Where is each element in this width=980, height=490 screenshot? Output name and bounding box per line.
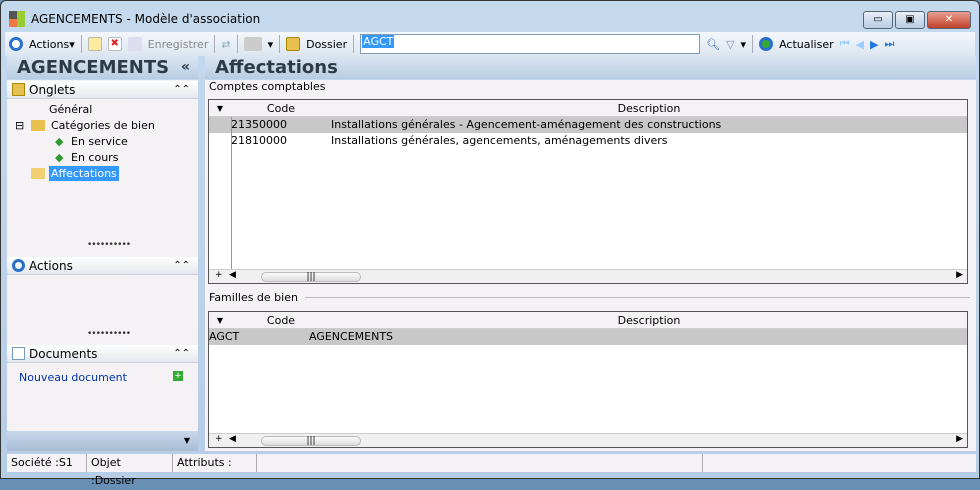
status-attributs: Attributs :: [173, 454, 257, 472]
more-panels-button[interactable]: ▼: [7, 431, 198, 451]
print-icon[interactable]: [243, 37, 262, 51]
filter-dropdown[interactable]: ▾: [741, 38, 747, 51]
documents-header[interactable]: Documents ⌃⌃: [7, 345, 198, 363]
onglets-header[interactable]: Onglets ⌃⌃: [7, 81, 198, 99]
main-panel: Comptes comptables ▼ Code Description 2135…: [205, 80, 976, 451]
open-folder-icon: [31, 168, 45, 179]
tree-item-affectations[interactable]: Affectations: [49, 166, 119, 181]
column-chooser-icon[interactable]: ▼: [209, 312, 231, 328]
app-icon: [9, 11, 25, 27]
new-document-link[interactable]: Nouveau document: [19, 371, 127, 384]
tree-item-en-cours[interactable]: En cours: [71, 150, 118, 165]
app-window: AGENCEMENTS - Modèle d'association ▭ ▣ ✕…: [0, 0, 980, 487]
folder-icon: [31, 120, 45, 131]
print-dropdown[interactable]: ▾: [268, 38, 274, 51]
diamond-icon: ◆: [55, 135, 64, 148]
tree-item-general[interactable]: Général: [49, 102, 92, 117]
column-chooser-icon[interactable]: ▼: [209, 100, 231, 116]
folder-icon: [12, 83, 25, 96]
folder-icon: [286, 37, 301, 51]
table-row[interactable]: 21350000 Installations générales - Agence…: [209, 117, 967, 133]
column-header-description[interactable]: Description: [331, 100, 967, 116]
familles-group-label: Familles de bien: [209, 291, 298, 304]
column-header-description[interactable]: Description: [331, 312, 967, 328]
status-bar: Société :S1 Objet :Dossier Attributs :: [7, 454, 976, 487]
column-header-code[interactable]: Code: [231, 312, 331, 328]
search-icon[interactable]: 🔍︎: [706, 38, 720, 51]
left-panel-header: AGENCEMENTS «: [7, 56, 198, 79]
table-row[interactable]: 21810000 Installations générales, agencem…: [209, 133, 967, 149]
collapse-panel-button[interactable]: «: [181, 56, 190, 79]
column-header-code[interactable]: Code: [231, 100, 331, 116]
previous-record-icon[interactable]: ◀: [856, 38, 864, 51]
sync-icon[interactable]: ⇄: [221, 38, 230, 51]
document-icon: [12, 347, 25, 360]
actions-header[interactable]: Actions ⌃⌃: [7, 257, 198, 275]
refresh-icon: [759, 37, 774, 51]
folder-button[interactable]: Dossier: [306, 38, 347, 51]
minimize-button[interactable]: ▭: [863, 11, 893, 29]
comptes-group-label: Comptes comptables: [209, 80, 326, 93]
tree-item-categories[interactable]: Catégories de bien: [51, 118, 155, 133]
horizontal-scrollbar[interactable]: + ◀ ||| ▶: [209, 269, 967, 283]
chevron-up-icon[interactable]: ⌃⌃: [173, 81, 190, 99]
familles-grid: ▼ Code Description AGCT AGENCEMENTS + ◀ ||| ▶: [208, 311, 968, 448]
comptes-grid: ▼ Code Description 21350000 Installations g…: [208, 99, 968, 284]
new-icon[interactable]: [87, 37, 102, 51]
left-panel: Onglets ⌃⌃ Général ⊟ Catégories de bien ◆…: [7, 80, 198, 451]
tree-item-en-service[interactable]: En service: [71, 134, 128, 149]
first-record-icon[interactable]: ⏮: [840, 37, 850, 51]
title-bar: AGENCEMENTS - Modèle d'association: [9, 9, 260, 29]
add-icon[interactable]: +: [173, 371, 183, 381]
diamond-icon: ◆: [55, 151, 64, 164]
chevron-up-icon[interactable]: ⌃⌃: [173, 257, 190, 275]
next-record-icon[interactable]: ▶: [870, 38, 878, 51]
splitter[interactable]: ••••••••••: [87, 329, 131, 339]
last-record-icon[interactable]: ⏭: [884, 37, 894, 51]
save-icon: [127, 37, 142, 51]
target-icon: [12, 259, 25, 272]
filter-icon[interactable]: ▽: [726, 38, 734, 51]
expand-icon[interactable]: ⊟: [15, 118, 24, 133]
table-row[interactable]: AGCT AGENCEMENTS: [209, 329, 967, 345]
refresh-button[interactable]: Actualiser: [779, 38, 834, 51]
status-societe: Société :S1: [7, 454, 87, 472]
window-title: AGENCEMENTS - Modèle d'association: [31, 12, 261, 26]
chevron-up-icon[interactable]: ⌃⌃: [173, 345, 190, 363]
toolbar: Actions▾ ✖ Enregistrer ⇄ ▾ Dossier AGCT …: [5, 32, 975, 56]
close-button[interactable]: ✕: [927, 11, 971, 29]
target-icon: [9, 37, 23, 51]
status-objet: Objet :Dossier: [87, 454, 173, 487]
actions-menu[interactable]: Actions▾: [29, 38, 75, 51]
delete-icon[interactable]: ✖: [107, 37, 122, 51]
horizontal-scrollbar[interactable]: + ◀ ||| ▶: [209, 433, 967, 447]
page-title: Affectations: [205, 56, 976, 79]
maximize-button[interactable]: ▣: [895, 11, 925, 29]
search-input[interactable]: AGCT: [360, 34, 701, 54]
splitter[interactable]: ••••••••••: [87, 240, 131, 250]
save-button[interactable]: Enregistrer: [148, 38, 209, 51]
